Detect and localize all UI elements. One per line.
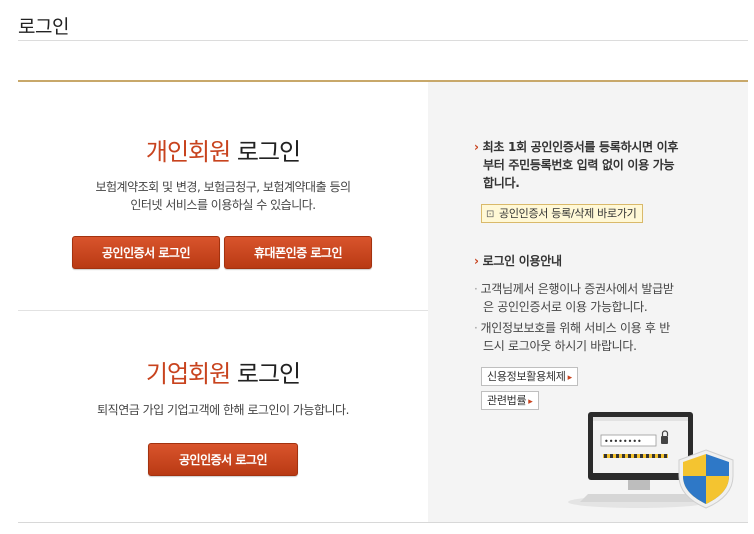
login-guide-title: › 로그인 이용안내 bbox=[474, 252, 562, 270]
personal-phone-login-button[interactable]: 휴대폰인증 로그인 bbox=[224, 236, 372, 269]
panel-bottom-rule bbox=[18, 522, 748, 523]
guide1-line1: 고객님께서 은행이나 증권사에서 발급받 bbox=[480, 282, 674, 296]
chevron-right-icon: ▸ bbox=[528, 397, 533, 407]
cert-link-label: 공인인증서 등록/삭제 바로가기 bbox=[499, 207, 637, 220]
shortcut-icon: ⊡ bbox=[486, 209, 495, 220]
notice-line3: 합니다. bbox=[483, 176, 520, 190]
personal-desc-line2: 인터넷 서비스를 이용하실 수 있습니다. bbox=[130, 198, 316, 212]
secure-monitor-illustration: •••••••• bbox=[568, 412, 734, 509]
personal-login-title: 개인회원 로그인 bbox=[18, 132, 428, 167]
notice-line1: 최초 1회 공인인증서를 등록하시면 이후 bbox=[482, 140, 679, 154]
guide2-line2: 드시 로그아웃 하시기 바랍니다. bbox=[483, 339, 637, 353]
login-options: 개인회원 로그인 보험계약조회 및 변경, 보험금청구, 보험계약대출 등의 인… bbox=[18, 82, 428, 523]
title-divider bbox=[18, 40, 748, 41]
lock-icon bbox=[661, 436, 668, 444]
guide-item-2: · 개인정보보호를 위해 서비스 이용 후 반 bbox=[474, 319, 670, 337]
chevron-right-icon: ▸ bbox=[567, 373, 573, 383]
corporate-description: 퇴직연금 가입 기업고객에 한해 로그인이 가능합니다. bbox=[97, 403, 349, 417]
corporate-title-accent: 기업회원 bbox=[145, 360, 231, 388]
corporate-title-rest: 로그인 bbox=[236, 360, 301, 388]
password-mask: •••••••• bbox=[604, 437, 642, 446]
related-law-button[interactable]: 관련법률 ▸ bbox=[481, 391, 539, 410]
guide1-line2: 은 공인인증서로 이용 가능합니다. bbox=[483, 300, 648, 314]
personal-desc-line1: 보험계약조회 및 변경, 보험금청구, 보험계약대출 등의 bbox=[95, 180, 351, 194]
corporate-login-title: 기업회원 로그인 bbox=[18, 354, 428, 389]
personal-cert-login-button[interactable]: 공인인증서 로그인 bbox=[72, 236, 220, 269]
personal-description: 보험계약조회 및 변경, 보험금청구, 보험계약대출 등의 인터넷 서비스를 이… bbox=[18, 178, 428, 214]
personal-title-rest: 로그인 bbox=[236, 138, 301, 166]
guide-item-1: · 고객님께서 은행이나 증권사에서 발급받 bbox=[474, 280, 674, 298]
guide2-line1: 개인정보보호를 위해 서비스 이용 후 반 bbox=[480, 321, 671, 335]
page-title: 로그인 bbox=[18, 16, 69, 38]
corporate-cert-login-button[interactable]: 공인인증서 로그인 bbox=[148, 443, 298, 476]
login-panel: 개인회원 로그인 보험계약조회 및 변경, 보험금청구, 보험계약대출 등의 인… bbox=[18, 80, 748, 523]
bullet-icon: · bbox=[474, 321, 478, 335]
cert-register-delete-link[interactable]: ⊡ 공인인증서 등록/삭제 바로가기 bbox=[481, 204, 644, 223]
cert-register-notice: › 최초 1회 공인인증서를 등록하시면 이후 bbox=[474, 138, 678, 156]
bullet-icon: · bbox=[474, 282, 478, 296]
login-info-panel: › 최초 1회 공인인증서를 등록하시면 이후 부터 주민등록번호 입력 없이 이… bbox=[428, 82, 748, 523]
chevron-right-icon: › bbox=[474, 254, 479, 268]
notice-line2: 부터 주민등록번호 입력 없이 이용 가능 bbox=[483, 158, 675, 172]
credit-info-system-button[interactable]: 신용정보활용체제 ▸ bbox=[481, 367, 578, 386]
law-label: 관련법률 bbox=[487, 394, 527, 407]
credit-info-label: 신용정보활용체제 bbox=[487, 370, 566, 383]
section-divider bbox=[18, 310, 428, 311]
chevron-right-icon: › bbox=[474, 140, 479, 154]
personal-title-accent: 개인회원 bbox=[145, 138, 231, 166]
guide-title-text: 로그인 이용안내 bbox=[482, 254, 562, 268]
